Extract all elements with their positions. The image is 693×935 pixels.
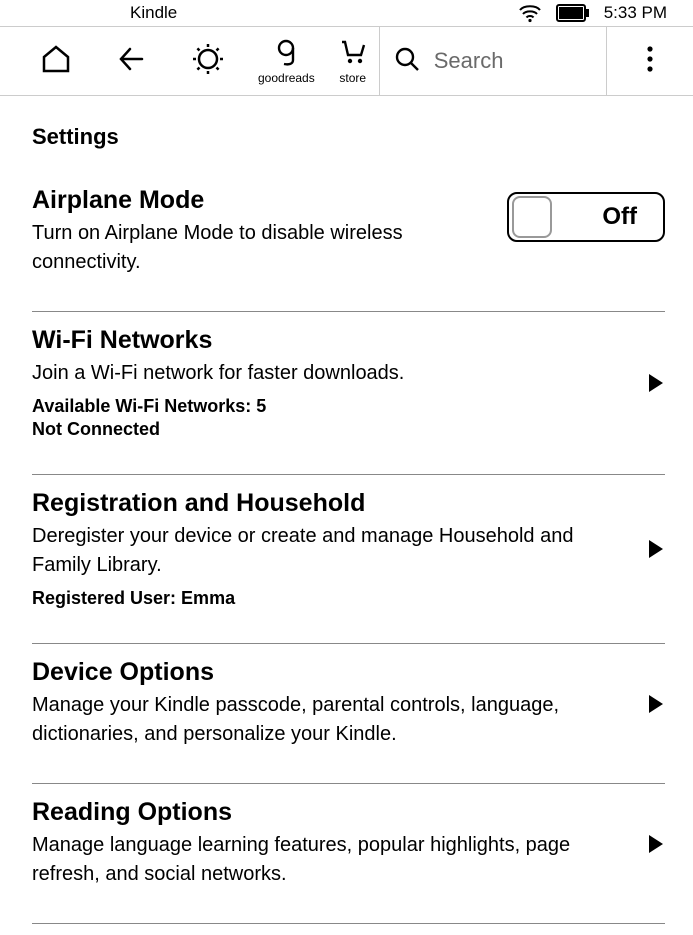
divider [32, 923, 665, 924]
chevron-right-icon [649, 695, 665, 713]
back-button[interactable] [94, 43, 170, 80]
toggle-knob [512, 196, 552, 238]
toolbar-left: goodreads store [0, 27, 379, 95]
goodreads-button[interactable]: goodreads [246, 38, 327, 85]
status-right: 5:33 PM [518, 3, 667, 23]
home-button[interactable] [18, 43, 94, 80]
goodreads-icon [272, 38, 300, 71]
search-icon [394, 46, 420, 77]
store-cart-icon [339, 38, 367, 71]
setting-device-options[interactable]: Device Options Manage your Kindle passco… [32, 644, 665, 769]
overflow-menu-button[interactable] [607, 27, 693, 95]
search-placeholder: Search [434, 48, 504, 74]
battery-icon [556, 4, 590, 22]
wifi-icon [518, 3, 542, 23]
toggle-label: Off [602, 203, 637, 231]
settings-button[interactable] [170, 43, 246, 80]
store-label: store [339, 71, 366, 85]
content: Settings Airplane Mode Turn on Airplane … [0, 96, 693, 924]
search-button[interactable]: Search [380, 27, 606, 95]
airplane-mode-toggle[interactable]: Off [507, 192, 665, 242]
chevron-right-icon [649, 835, 665, 853]
setting-title: Device Options [32, 658, 629, 687]
clock-label: 5:33 PM [604, 3, 667, 23]
setting-wifi-networks[interactable]: Wi-Fi Networks Join a Wi-Fi network for … [32, 312, 665, 460]
registered-user: Registered User: Emma [32, 588, 629, 609]
app-name-label: Kindle [130, 3, 177, 23]
status-bar: Kindle 5:33 PM [0, 0, 693, 26]
setting-description: Manage language learning features, popul… [32, 831, 629, 889]
wifi-connection-status: Not Connected [32, 419, 629, 440]
setting-reading-options[interactable]: Reading Options Manage language learning… [32, 784, 665, 909]
page-title: Settings [32, 124, 665, 150]
store-button[interactable]: store [327, 38, 379, 85]
setting-description: Manage your Kindle passcode, parental co… [32, 691, 629, 749]
setting-description: Turn on Airplane Mode to disable wireles… [32, 219, 452, 277]
gear-icon [192, 43, 224, 80]
setting-description: Deregister your device or create and man… [32, 522, 629, 580]
kebab-menu-icon [647, 45, 653, 78]
toolbar: goodreads store Search [0, 26, 693, 96]
home-icon [40, 43, 72, 80]
setting-description: Join a Wi-Fi network for faster download… [32, 359, 629, 388]
chevron-right-icon [649, 540, 665, 558]
back-arrow-icon [116, 43, 148, 80]
setting-airplane-mode: Airplane Mode Turn on Airplane Mode to d… [32, 172, 665, 297]
setting-title: Registration and Household [32, 489, 629, 518]
wifi-available-count: Available Wi-Fi Networks: 5 [32, 396, 629, 417]
setting-title: Reading Options [32, 798, 629, 827]
goodreads-label: goodreads [258, 71, 315, 85]
setting-title: Airplane Mode [32, 186, 487, 215]
chevron-right-icon [649, 374, 665, 392]
setting-registration-household[interactable]: Registration and Household Deregister yo… [32, 475, 665, 629]
setting-title: Wi-Fi Networks [32, 326, 629, 355]
